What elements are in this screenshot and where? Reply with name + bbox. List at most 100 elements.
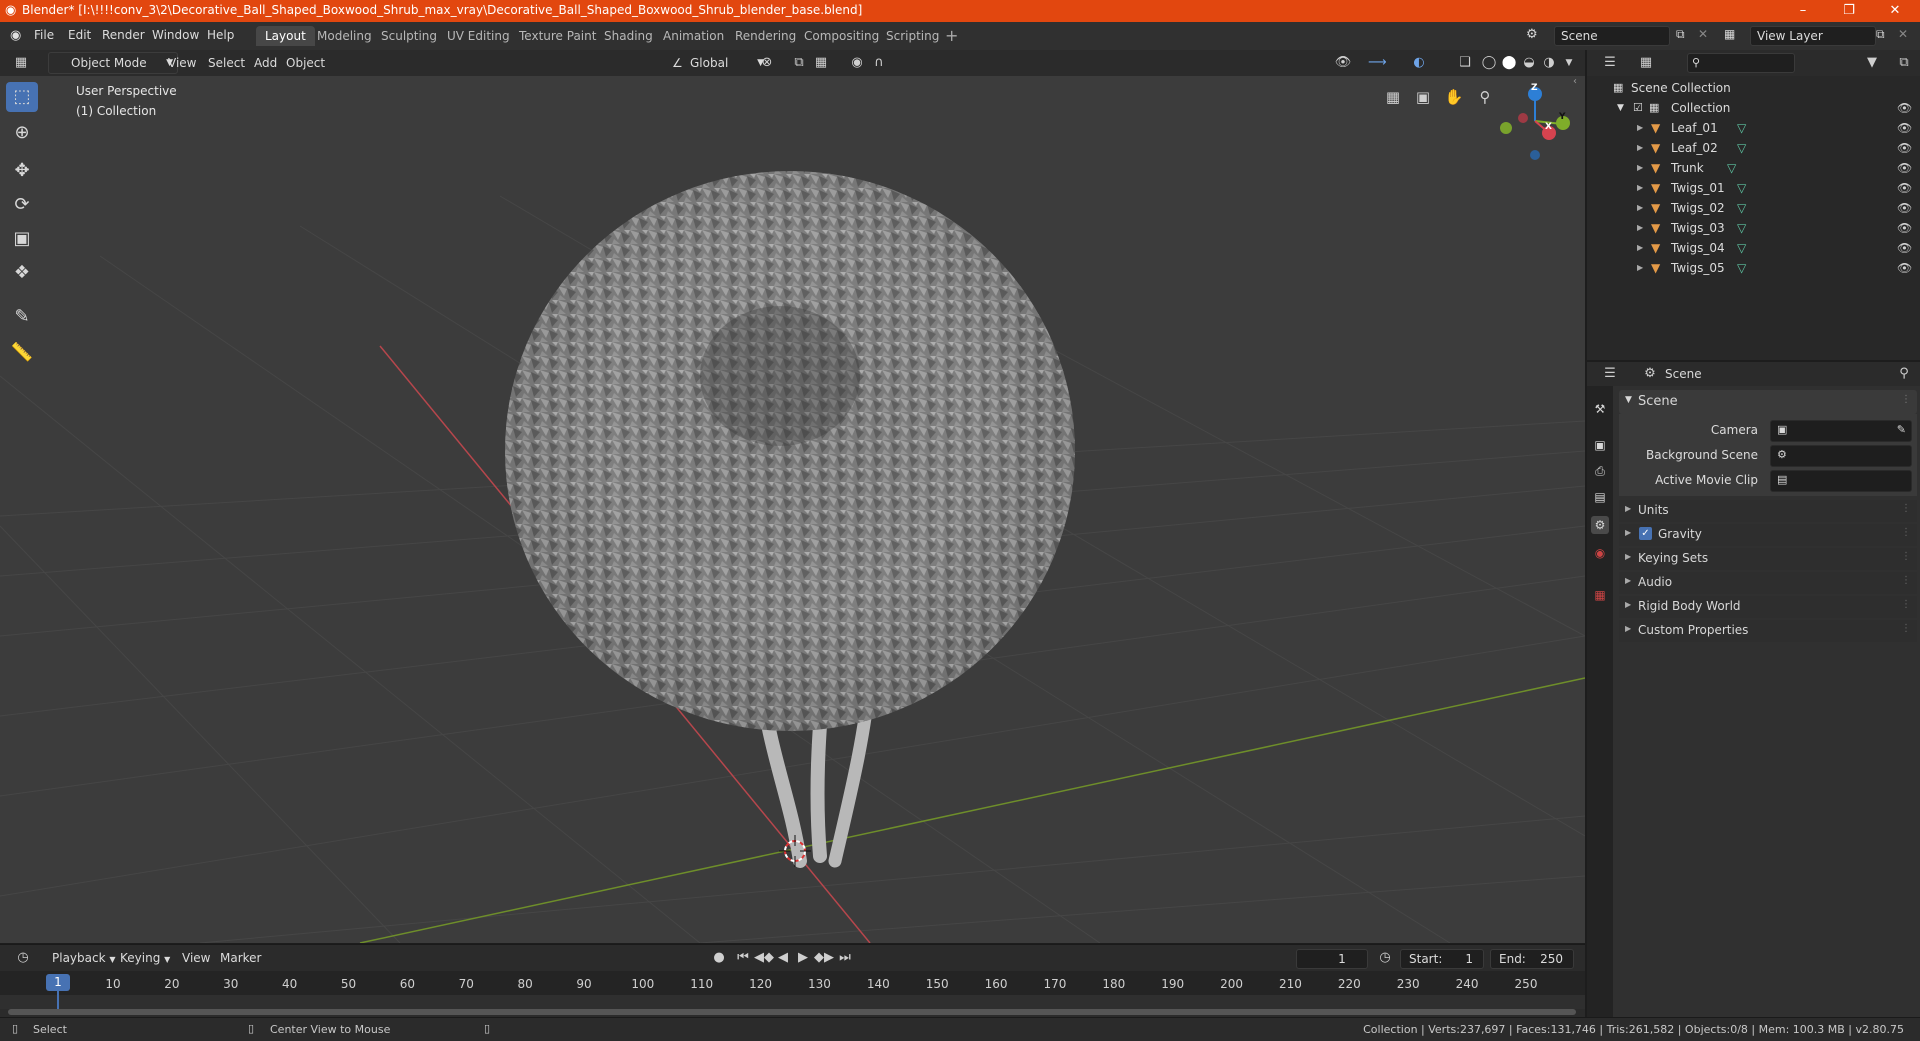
move-tool-icon[interactable]: ✥ (6, 156, 38, 186)
snap-target-icon[interactable]: ▦ (812, 54, 830, 72)
annotate-tool-icon[interactable]: ✎ (6, 302, 38, 332)
wireframe-shading-icon[interactable]: ◯ (1480, 54, 1498, 72)
solid-shading-icon[interactable]: ⬤ (1500, 54, 1518, 72)
mesh-data-icon[interactable]: ▽ (1737, 258, 1746, 278)
subpanel-header[interactable]: ▶ Custom Properties ⋮ (1619, 620, 1917, 642)
view-layer-field[interactable]: View Layer (1750, 26, 1876, 46)
play-icon[interactable]: ▶ (794, 949, 812, 967)
expand-arrow-icon[interactable]: ▶ (1637, 178, 1643, 198)
xray-toggle-icon[interactable]: ❑ (1456, 54, 1474, 72)
clock-icon[interactable]: ◷ (1376, 949, 1394, 967)
mesh-data-icon[interactable]: ▽ (1737, 198, 1746, 218)
eye-icon[interactable]: 👁 (1897, 218, 1912, 238)
drag-handle-icon[interactable]: ⋮ (1901, 623, 1911, 634)
pivot-point-icon[interactable]: ⊗ (758, 54, 776, 72)
tab-rendering[interactable]: Rendering (726, 26, 805, 46)
playback-menu[interactable]: Playback ▼ (46, 948, 122, 968)
active-movie-clip-field[interactable]: ▤ (1770, 470, 1912, 492)
drag-handle-icon[interactable]: ⋮ (1901, 527, 1911, 538)
output-tab-icon[interactable]: ⎙ (1591, 462, 1609, 480)
blender-menu-icon[interactable]: ◉ (10, 28, 21, 43)
tab-texture-paint[interactable]: Texture Paint (510, 26, 605, 46)
gizmo-toggle-icon[interactable]: ⟶ (1368, 54, 1387, 72)
outliner-object-row[interactable]: ▶ ▼ Leaf_02 ▽ 👁 (1587, 138, 1920, 158)
tab-shading[interactable]: Shading (595, 26, 662, 46)
subpanel-header[interactable]: ▶ Keying Sets ⋮ (1619, 548, 1917, 570)
display-mode-icon[interactable]: ▦ (1637, 54, 1655, 72)
marker-menu[interactable]: Marker (214, 948, 267, 968)
tab-animation[interactable]: Animation (654, 26, 733, 46)
outliner-object-row[interactable]: ▶ ▼ Twigs_04 ▽ 👁 (1587, 238, 1920, 258)
outliner-object-row[interactable]: ▶ ▼ Leaf_01 ▽ 👁 (1587, 118, 1920, 138)
measure-tool-icon[interactable]: 📏 (6, 338, 38, 368)
camera-view-icon[interactable]: ▣ (1410, 84, 1436, 110)
scene-collection-row[interactable]: ▦ Scene Collection (1587, 78, 1920, 98)
3d-viewport[interactable]: Z Y X User Perspective (1) Collection ▦ … (0, 76, 1585, 943)
pin-icon[interactable]: ⚲ (1895, 365, 1913, 383)
tab-modeling[interactable]: Modeling (308, 26, 381, 46)
scale-tool-icon[interactable]: ▣ (6, 224, 38, 254)
new-scene-icon[interactable]: ⧉ (1676, 27, 1685, 42)
eye-icon[interactable]: 👁 (1897, 258, 1912, 278)
new-collection-icon[interactable]: ⧉ (1895, 54, 1913, 72)
mesh-data-icon[interactable]: ▽ (1727, 158, 1736, 178)
cursor-tool-icon[interactable]: ⊕ (6, 118, 38, 148)
playhead-marker[interactable]: 1 (46, 974, 70, 991)
timeline-view-menu[interactable]: View (176, 948, 216, 968)
rotate-tool-icon[interactable]: ⟳ (6, 190, 38, 220)
menu-window[interactable]: Window (152, 28, 199, 42)
minimize-button[interactable]: – (1780, 0, 1826, 22)
scene-tab-icon[interactable]: ⚙ (1591, 516, 1609, 534)
toggle-grid-view-icon[interactable]: ▦ (1380, 84, 1406, 110)
filter-icon[interactable]: ▼ (1863, 54, 1881, 72)
eye-icon[interactable]: 👁 (1897, 238, 1912, 258)
render-tab-icon[interactable]: ▣ (1591, 436, 1609, 454)
add-workspace-icon[interactable]: + (945, 26, 958, 45)
rendered-shading-icon[interactable]: ◑ (1540, 54, 1558, 72)
menu-select[interactable]: Select (202, 53, 251, 73)
drag-handle-icon[interactable]: ⋮ (1901, 575, 1911, 586)
outliner-editor-type-icon[interactable]: ☰ (1601, 54, 1619, 72)
expand-arrow-icon[interactable]: ▶ (1637, 158, 1643, 178)
eye-icon[interactable]: 👁 (1897, 118, 1912, 138)
view-layer-tab-icon[interactable]: ▤ (1591, 488, 1609, 506)
subpanel-header[interactable]: ▶ ✓ Gravity ⋮ (1619, 524, 1917, 546)
drag-handle-icon[interactable]: ⋮ (1901, 551, 1911, 562)
world-tab-icon[interactable]: ◉ (1591, 544, 1609, 562)
menu-object[interactable]: Object (280, 53, 331, 73)
toolbar-collapse-icon[interactable]: ‹ (1573, 76, 1577, 87)
zoom-icon[interactable]: ⚲ (1472, 84, 1498, 110)
eye-icon[interactable]: 👁 (1897, 178, 1912, 198)
expand-arrow-icon[interactable]: ▶ (1637, 138, 1643, 158)
gravity-checkbox[interactable]: ✓ (1639, 527, 1652, 540)
tab-scripting[interactable]: Scripting (877, 26, 948, 46)
properties-editor-type-icon[interactable]: ☰ (1601, 365, 1619, 383)
subpanel-header[interactable]: ▶ Audio ⋮ (1619, 572, 1917, 594)
background-scene-field[interactable]: ⚙ (1770, 445, 1912, 467)
proportional-edit-icon[interactable]: ◉ (848, 54, 866, 72)
play-reverse-icon[interactable]: ◀ (774, 949, 792, 967)
start-frame-field[interactable]: Start: 1 (1400, 949, 1484, 969)
eye-icon[interactable]: 👁 (1897, 158, 1912, 178)
menu-add[interactable]: Add (248, 53, 283, 73)
eye-icon[interactable]: 👁 (1897, 98, 1912, 118)
tab-layout[interactable]: Layout (256, 26, 315, 46)
mesh-data-icon[interactable]: ▽ (1737, 218, 1746, 238)
keying-menu[interactable]: Keying ▼ (114, 948, 176, 968)
outliner-object-row[interactable]: ▶ ▼ Twigs_03 ▽ 👁 (1587, 218, 1920, 238)
menu-help[interactable]: Help (207, 28, 234, 42)
outliner-object-row[interactable]: ▶ ▼ Twigs_02 ▽ 👁 (1587, 198, 1920, 218)
expand-arrow-icon[interactable]: ▶ (1637, 198, 1643, 218)
mesh-data-icon[interactable]: ▽ (1737, 238, 1746, 258)
timeline-editor-type-icon[interactable]: ◷ (14, 949, 32, 967)
eyedropper-icon[interactable]: ✎ (1897, 423, 1906, 436)
eye-icon[interactable]: 👁 (1897, 138, 1912, 158)
tab-sculpting[interactable]: Sculpting (372, 26, 446, 46)
expand-arrow-icon[interactable]: ▶ (1637, 258, 1643, 278)
shading-options-icon[interactable]: ▼ (1560, 54, 1578, 72)
mode-dropdown[interactable]: Object Mode ▼ (48, 52, 178, 74)
mesh-data-icon[interactable]: ▽ (1737, 118, 1746, 138)
end-frame-field[interactable]: End: 250 (1490, 949, 1574, 969)
snap-icon[interactable]: ⧉ (790, 54, 808, 72)
outliner-object-row[interactable]: ▶ ▼ Trunk ▽ 👁 (1587, 158, 1920, 178)
